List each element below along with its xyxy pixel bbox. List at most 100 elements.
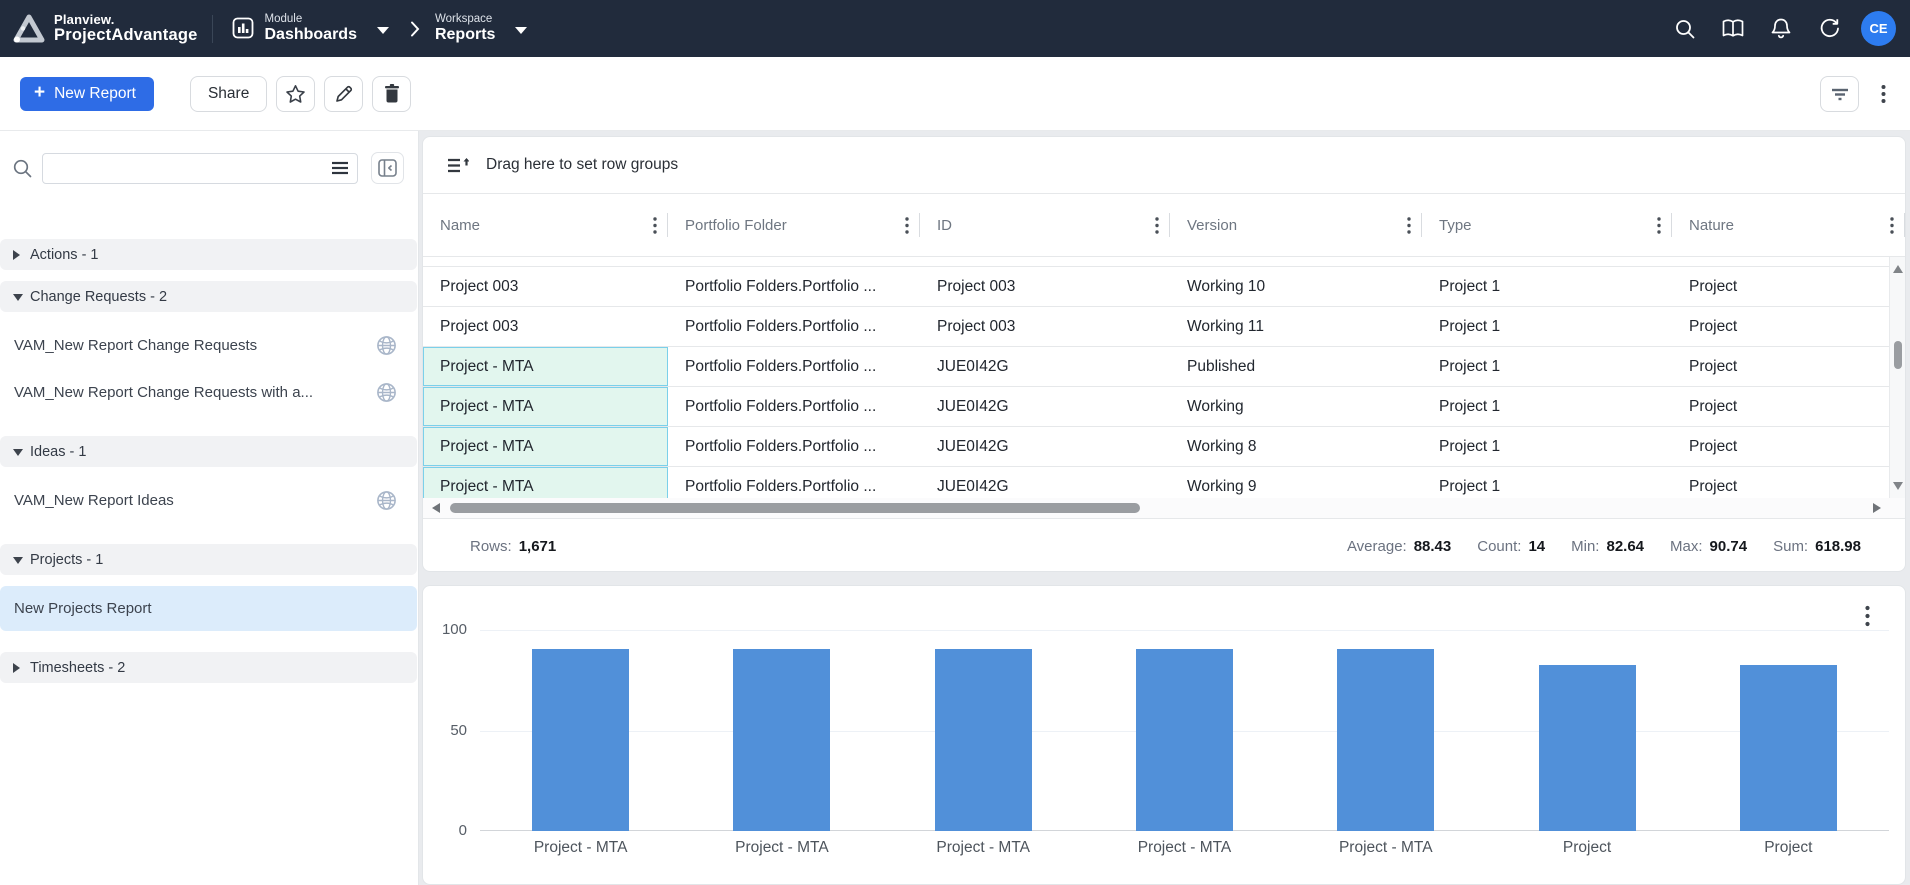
bar[interactable]: [1740, 665, 1837, 831]
edit-button[interactable]: [324, 76, 363, 112]
chart-menu-kebab-icon[interactable]: [1861, 601, 1874, 631]
workspace-selector[interactable]: Workspace Reports: [435, 13, 533, 45]
table-row[interactable]: Project 003Portfolio Folders.Portfolio .…: [423, 307, 1905, 347]
column-header-id[interactable]: ID: [920, 194, 1170, 256]
collapse-sidebar-button[interactable]: [371, 152, 404, 184]
tree-section-4[interactable]: Timesheets - 2: [0, 652, 417, 683]
table-cell[interactable]: Project: [1672, 267, 1905, 306]
column-menu-kebab-icon[interactable]: [901, 213, 913, 238]
bar[interactable]: [1539, 665, 1636, 831]
scroll-right-arrow-icon[interactable]: [1873, 503, 1881, 513]
column-header-name[interactable]: Name: [423, 194, 668, 256]
table-cell[interactable]: Project: [1672, 387, 1905, 426]
table-cell[interactable]: Portfolio Folders.Portfolio ...: [668, 427, 920, 466]
bar[interactable]: [1337, 649, 1434, 831]
bar[interactable]: [733, 649, 830, 831]
bar[interactable]: [935, 649, 1032, 831]
table-cell[interactable]: Project 003: [423, 267, 668, 306]
refresh-button[interactable]: [1809, 9, 1849, 49]
column-menu-kebab-icon[interactable]: [649, 213, 661, 238]
horizontal-scrollbar[interactable]: [423, 498, 1905, 518]
table-cell[interactable]: Project 1: [1422, 387, 1672, 426]
table-row[interactable]: Project - MTAPortfolio Folders.Portfolio…: [423, 427, 1905, 467]
table-cell[interactable]: Project: [1672, 307, 1905, 346]
table-row[interactable]: Project - MTAPortfolio Folders.Portfolio…: [423, 387, 1905, 427]
column-header-version[interactable]: Version: [1170, 194, 1422, 256]
column-header-type[interactable]: Type: [1422, 194, 1672, 256]
table-cell[interactable]: Working: [1170, 387, 1422, 426]
table-cell[interactable]: Working 9: [1170, 467, 1422, 498]
table-cell[interactable]: Working 8: [1170, 427, 1422, 466]
table-cell[interactable]: Project 1: [1422, 347, 1672, 386]
scroll-left-arrow-icon[interactable]: [432, 503, 440, 513]
table-cell[interactable]: Project - MTA: [423, 427, 668, 466]
tree-section-3[interactable]: Projects - 1: [0, 544, 417, 575]
help-docs-button[interactable]: [1713, 9, 1753, 49]
table-cell[interactable]: Working 10: [1170, 267, 1422, 306]
tree-section-0[interactable]: Actions - 1: [0, 239, 417, 270]
table-row[interactable]: Project 003Portfolio Folders.Portfolio .…: [423, 267, 1905, 307]
column-menu-kebab-icon[interactable]: [1403, 213, 1415, 238]
table-cell[interactable]: Portfolio Folders.Portfolio ...: [668, 307, 920, 346]
table-cell[interactable]: Project - MTA: [423, 467, 668, 498]
table-cell[interactable]: Project 1: [1422, 467, 1672, 498]
table-cell[interactable]: Project 003: [920, 267, 1170, 306]
tree-item[interactable]: VAM_New Report Ideas: [0, 478, 417, 523]
table-cell[interactable]: Portfolio Folders.Portfolio ...: [668, 467, 920, 498]
column-menu-kebab-icon[interactable]: [1886, 213, 1898, 238]
table-row[interactable]: Project - MTAPortfolio Folders.Portfolio…: [423, 467, 1905, 498]
bar[interactable]: [532, 649, 629, 831]
table-cell[interactable]: Project 003: [920, 307, 1170, 346]
table-cell[interactable]: Project 1: [1422, 307, 1672, 346]
toolbar-more-options-kebab-icon[interactable]: [1877, 80, 1890, 108]
favorite-button[interactable]: [276, 76, 315, 112]
table-cell[interactable]: JUE0I42G: [920, 427, 1170, 466]
table-cell[interactable]: Project: [1672, 467, 1905, 498]
tree-item[interactable]: New Projects Report: [0, 586, 417, 631]
row-group-dropzone[interactable]: Drag here to set row groups: [423, 137, 1905, 194]
column-header-nature[interactable]: Nature: [1672, 194, 1905, 256]
table-cell[interactable]: Project - MTA: [423, 347, 668, 386]
report-search-input[interactable]: [42, 153, 358, 184]
module-selector[interactable]: Module Dashboards: [231, 13, 395, 45]
delete-button[interactable]: [372, 76, 411, 112]
tree-item[interactable]: VAM_New Report Change Requests: [0, 323, 417, 368]
table-cell[interactable]: Project - MTA: [423, 387, 668, 426]
user-avatar[interactable]: CE: [1861, 11, 1896, 46]
table-cell[interactable]: Project 003: [423, 307, 668, 346]
tree-section-1[interactable]: Change Requests - 2: [0, 281, 417, 312]
table-row[interactable]: Project - MTAPortfolio Folders.Portfolio…: [423, 347, 1905, 387]
scroll-up-arrow-icon[interactable]: [1893, 265, 1903, 273]
table-cell[interactable]: Published: [1170, 347, 1422, 386]
table-cell[interactable]: JUE0I42G: [920, 387, 1170, 426]
workspace-caret-down-icon[interactable]: [515, 27, 527, 34]
table-cell[interactable]: JUE0I42G: [920, 347, 1170, 386]
tree-section-2[interactable]: Ideas - 1: [0, 436, 417, 467]
tree-item-label: VAM_New Report Change Requests: [14, 337, 376, 354]
column-menu-kebab-icon[interactable]: [1653, 213, 1665, 238]
table-cell[interactable]: Portfolio Folders.Portfolio ...: [668, 387, 920, 426]
table-cell[interactable]: Working 11: [1170, 307, 1422, 346]
table-cell[interactable]: JUE0I42G: [920, 467, 1170, 498]
tree-item[interactable]: VAM_New Report Change Requests with a...: [0, 370, 417, 415]
bar[interactable]: [1136, 649, 1233, 831]
table-cell[interactable]: Project 1: [1422, 267, 1672, 306]
horizontal-scroll-thumb[interactable]: [450, 503, 1140, 513]
table-cell[interactable]: Project: [1672, 427, 1905, 466]
module-caret-down-icon[interactable]: [377, 27, 389, 34]
filter-button[interactable]: [1820, 76, 1859, 112]
share-button[interactable]: Share: [190, 76, 267, 112]
search-button[interactable]: [1665, 9, 1705, 49]
vertical-scrollbar[interactable]: [1889, 257, 1905, 498]
search-menu-icon[interactable]: [331, 160, 349, 176]
table-cell[interactable]: Project 1: [1422, 427, 1672, 466]
table-cell[interactable]: Project: [1672, 347, 1905, 386]
table-cell[interactable]: Portfolio Folders.Portfolio ...: [668, 267, 920, 306]
column-header-portfolio-folder[interactable]: Portfolio Folder: [668, 194, 920, 256]
table-cell[interactable]: Portfolio Folders.Portfolio ...: [668, 347, 920, 386]
scroll-down-arrow-icon[interactable]: [1893, 482, 1903, 490]
new-report-button[interactable]: + New Report: [20, 77, 154, 111]
column-menu-kebab-icon[interactable]: [1151, 213, 1163, 238]
notifications-button[interactable]: [1761, 9, 1801, 49]
vertical-scroll-thumb[interactable]: [1894, 341, 1902, 369]
